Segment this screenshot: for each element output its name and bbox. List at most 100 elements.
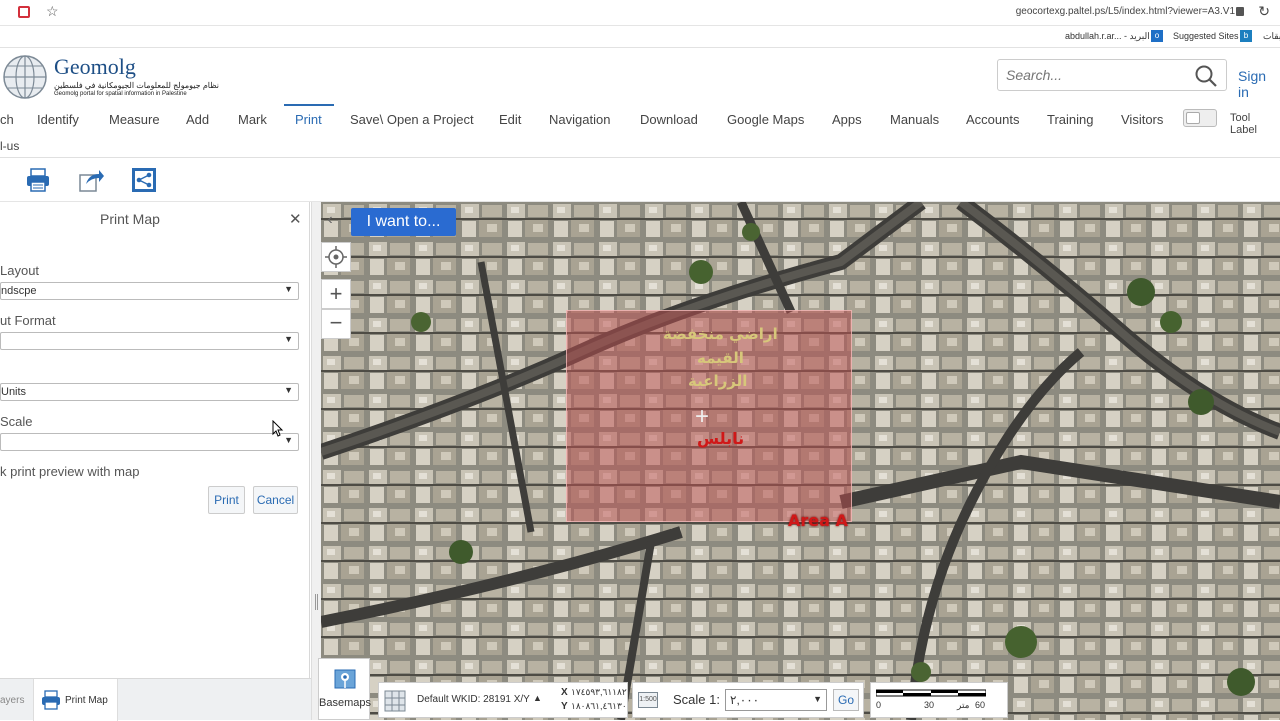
output-format-label: ut Format (0, 313, 56, 328)
globe-logo-icon (3, 55, 47, 99)
zoom-out-button[interactable]: − (321, 309, 351, 339)
dropdown-arrow-icon: ▼ (813, 694, 822, 704)
menu-item-help-us[interactable]: l-us (0, 139, 19, 153)
sign-in-link[interactable]: Sign in (1238, 68, 1280, 100)
search-box (997, 59, 1227, 91)
menu-item-edit[interactable]: Edit (499, 112, 521, 127)
close-icon[interactable]: ✕ (289, 210, 302, 228)
search-icon[interactable] (1194, 64, 1218, 88)
zoom-in-button[interactable]: + (321, 279, 351, 309)
layout-select-value: ndscpe (1, 285, 37, 297)
search-input[interactable] (1006, 67, 1186, 83)
layout-select[interactable]: ndscpe ▼ (0, 282, 299, 300)
locate-icon (325, 246, 347, 268)
star-icon[interactable]: ☆ (46, 3, 59, 20)
tool-labels-toggle[interactable] (1183, 109, 1217, 127)
units-select[interactable]: Units ▼ (0, 383, 299, 401)
basemap-icon (334, 669, 356, 689)
printer-icon[interactable] (24, 166, 52, 194)
shield-icon[interactable] (18, 6, 30, 18)
print-button[interactable]: Print (208, 486, 245, 514)
layout-label: Layout (0, 263, 40, 278)
share-icon[interactable] (130, 166, 158, 194)
scale-select[interactable]: ▼ (0, 433, 299, 451)
lock-icon (1236, 7, 1244, 16)
caret-up-icon: ▲ (533, 693, 542, 703)
mouse-cursor-icon (272, 420, 284, 437)
scale-widget: 1:500 Scale 1: ٢,٠٠٠ ▼ Go (632, 682, 864, 718)
favorite-link-suggested[interactable]: Suggested Sites (1173, 31, 1239, 41)
menu-item-save-open-project[interactable]: Save\ Open a Project (350, 112, 474, 127)
bing-icon: b (1240, 30, 1252, 42)
units-select-value: Units (1, 386, 27, 398)
tab-print-map-label: Print Map (65, 695, 108, 706)
menu-item-add[interactable]: Add (186, 112, 209, 127)
menu-item-print[interactable]: Print (295, 112, 322, 127)
cancel-button[interactable]: Cancel (253, 486, 298, 514)
scale-select-value: ٢,٠٠٠ (730, 693, 760, 707)
export-icon[interactable] (77, 166, 105, 194)
favorites-bar: abdullah.r.ar... - البريد o Suggested Si… (0, 26, 1280, 48)
splitter-grip-icon (315, 594, 318, 610)
menu-item-search[interactable]: ch (0, 112, 14, 127)
favorite-link-mail[interactable]: abdullah.r.ar... - البريد (1065, 31, 1150, 42)
i-want-to-button[interactable]: I want to... (351, 208, 456, 236)
basemaps-button[interactable]: Basemaps (318, 658, 371, 720)
browser-address-bar: ☆ geocortexg.paltel.ps/L5/index.html?vie… (0, 0, 1280, 26)
coord-y-value: ١٨٠٨٦١,٤٦١٣٠ (571, 701, 627, 711)
menu-item-google-maps[interactable]: Google Maps (727, 112, 804, 127)
menu-item-apps[interactable]: Apps (832, 112, 862, 127)
go-button[interactable]: Go (833, 689, 859, 711)
scale-bar-tick-30: 30 (924, 700, 935, 710)
map-label-arabic-line2: القيمه (697, 349, 744, 367)
refresh-icon[interactable]: ↻ (1258, 3, 1270, 20)
scale-label: Scale (0, 414, 33, 429)
tab-layers[interactable]: ayers (0, 695, 24, 706)
output-format-select[interactable]: ▼ (0, 332, 299, 350)
outlook-icon: o (1151, 30, 1163, 42)
menu-item-navigation[interactable]: Navigation (549, 112, 610, 127)
chevron-left-icon: ‹ (327, 211, 333, 228)
menu-item-identify[interactable]: Identify (37, 112, 79, 127)
menu-item-visitors[interactable]: Visitors (1121, 112, 1163, 127)
map-view[interactable]: I want to... + − ‹ اراضي منخفضة القيمه ا… (321, 202, 1280, 720)
menu-item-measure[interactable]: Measure (109, 112, 160, 127)
app-title: Geomolg (54, 54, 136, 79)
app-subtitle-english: Geomolg portal for spatial information i… (54, 91, 187, 97)
scale-bar-unit: متر (957, 700, 970, 710)
coord-x-value: ١٧٤٥٩٣,٦١١٨٢ (571, 687, 627, 697)
menu-item-download[interactable]: Download (640, 112, 698, 127)
print-toolbar (0, 158, 1280, 202)
dropdown-arrow-icon: ▼ (284, 385, 293, 395)
coord-y-label: Y (561, 701, 568, 712)
print-preview-link[interactable]: k print preview with map (0, 464, 139, 479)
toggle-knob (1186, 112, 1200, 124)
dropdown-arrow-icon: ▼ (284, 284, 293, 294)
menu-item-accounts[interactable]: Accounts (966, 112, 1019, 127)
scale-ruler-icon: 1:500 (638, 692, 658, 708)
favorite-link-extra[interactable]: بقات (1263, 31, 1280, 42)
tool-labels-label: Tool Label (1230, 112, 1257, 136)
dropdown-arrow-icon: ▼ (284, 334, 293, 344)
main-menu: ch Identify Measure Add Mark Print Save\… (0, 104, 1280, 158)
print-extent-overlay[interactable]: اراضي منخفضة القيمه الزراعية نابلس + (566, 310, 852, 522)
app-subtitle-arabic: نظام جيومولج للمعلومات الجيومكانية في فل… (54, 81, 220, 90)
coordinate-widget: Default WKID: 28191 X/Y ▲ X ١٧٤٥٩٣,٦١١٨٢… (378, 682, 628, 718)
panel-splitter[interactable] (311, 202, 321, 720)
map-label-arabic-line1: اراضي منخفضة (663, 325, 778, 343)
map-label-city: نابلس (697, 429, 745, 448)
basemaps-label: Basemaps (319, 697, 371, 709)
tab-print-map[interactable]: Print Map (33, 679, 118, 721)
url-text[interactable]: geocortexg.paltel.ps/L5/index.html?viewe… (1016, 6, 1235, 17)
scale-bar-tick-60: 60 (975, 700, 986, 710)
coord-x-label: X (561, 687, 568, 698)
menu-item-mark[interactable]: Mark (238, 112, 267, 127)
collapse-panel-button[interactable]: ‹ (321, 206, 339, 234)
menu-item-training[interactable]: Training (1047, 112, 1093, 127)
wkid-selector[interactable]: Default WKID: 28191 X/Y (417, 694, 530, 705)
plus-icon: + (329, 281, 343, 306)
menu-item-manuals[interactable]: Manuals (890, 112, 939, 127)
locate-button[interactable] (321, 242, 351, 272)
panel-title: Print Map (100, 211, 160, 227)
scale-select[interactable]: ٢,٠٠٠ ▼ (725, 689, 827, 711)
